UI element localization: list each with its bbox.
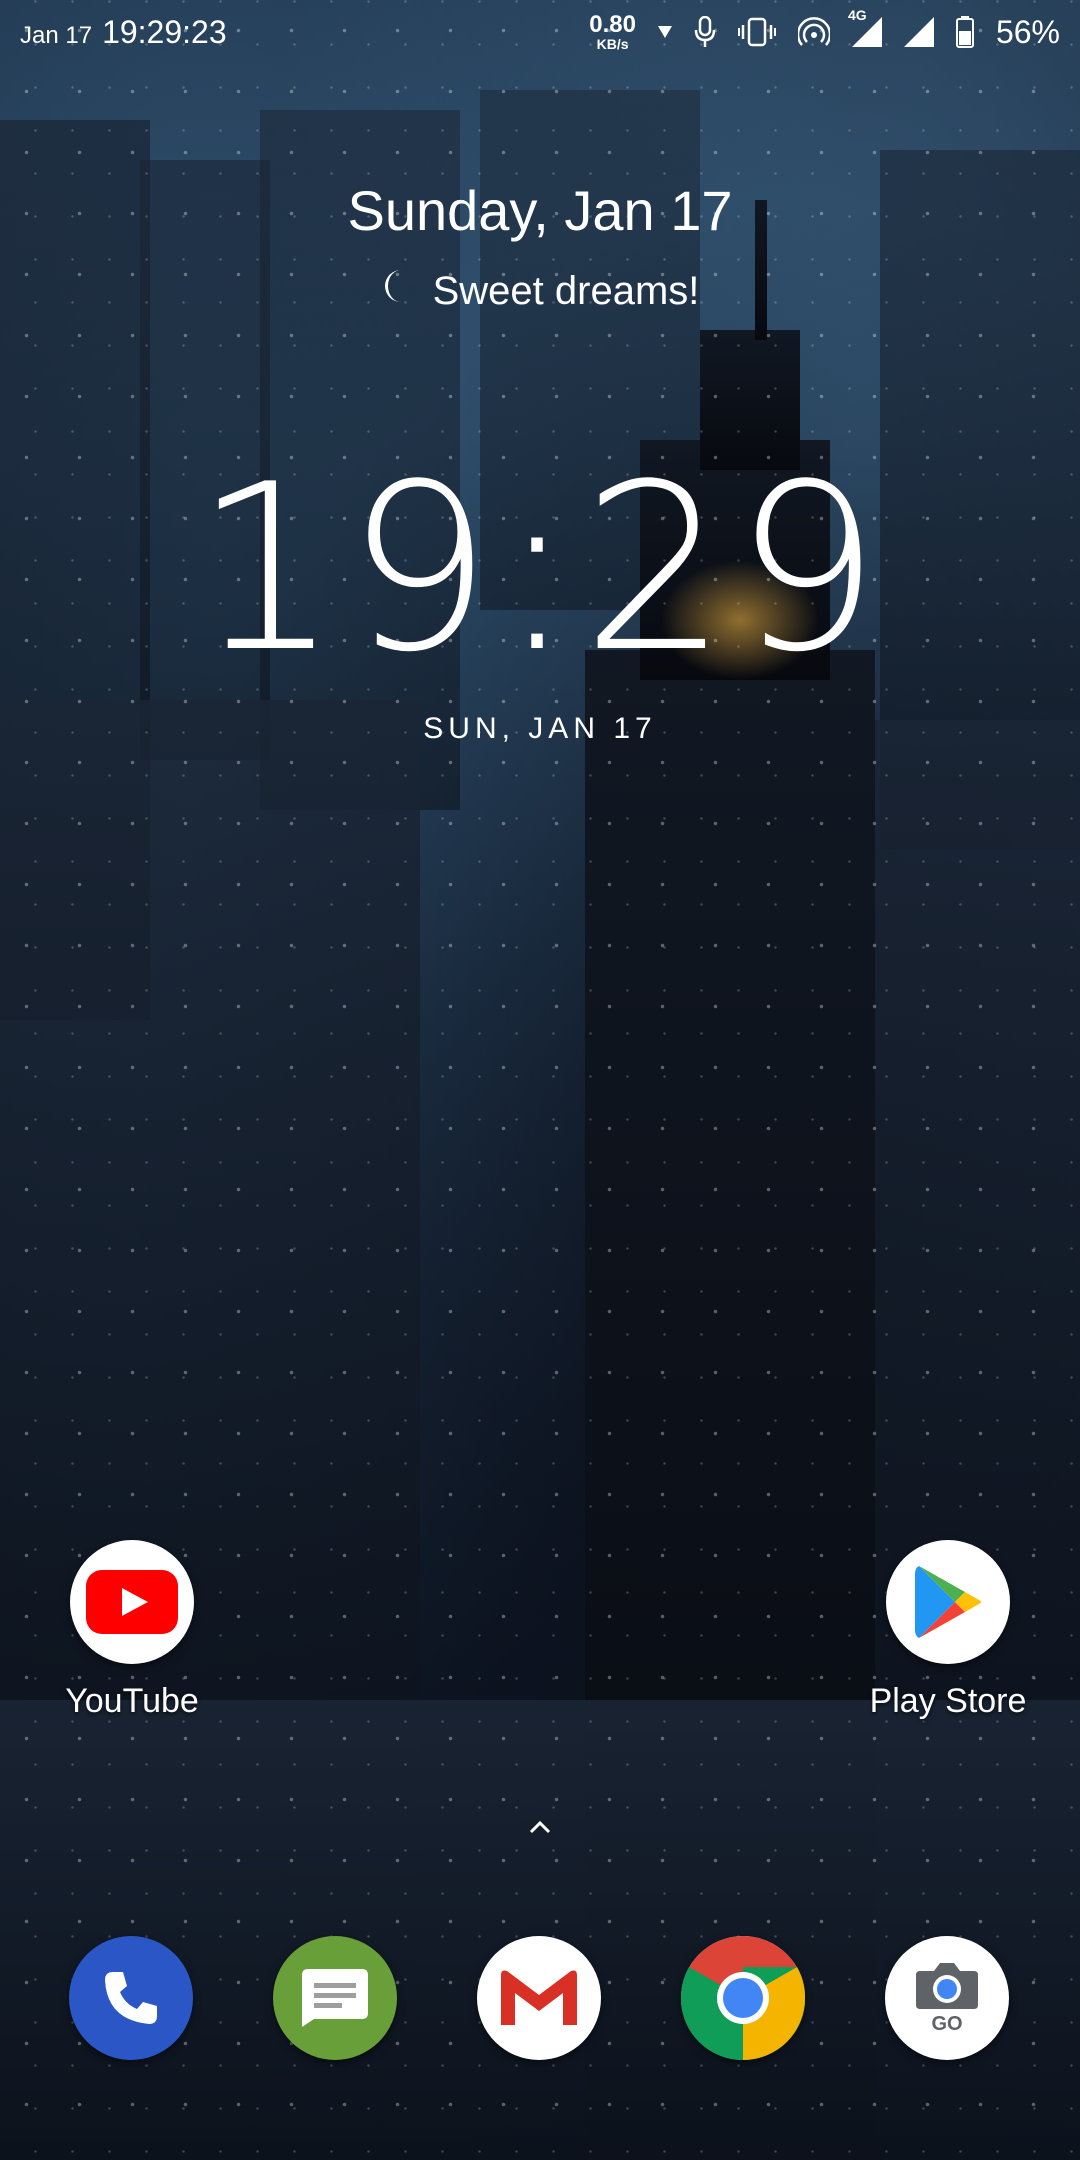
chrome-icon[interactable] xyxy=(681,1936,805,2060)
signal-4g-icon: 4G xyxy=(848,7,882,47)
camera-go-icon[interactable]: GO xyxy=(885,1936,1009,2060)
clock-widget-date[interactable]: SUN, JAN 17 xyxy=(0,712,1080,746)
status-bar: Jan 17 19:29:23 0.80 KB/s 4G 56% xyxy=(0,0,1080,64)
battery-percent: 56% xyxy=(995,13,1060,50)
moon-icon xyxy=(381,268,411,314)
status-date: Jan 17 xyxy=(20,21,93,49)
app-play-store[interactable]: Play Store xyxy=(848,1540,1048,1721)
app-label: YouTube xyxy=(65,1682,199,1720)
app-youtube[interactable]: YouTube xyxy=(32,1540,232,1721)
glance-date[interactable]: Sunday, Jan 17 xyxy=(0,178,1080,243)
network-speed: 0.80 KB/s xyxy=(589,11,636,52)
home-screen: Jan 17 19:29:23 0.80 KB/s 4G 56% Sunday,… xyxy=(0,0,1080,2160)
signal-icon xyxy=(903,17,934,47)
hotspot-icon xyxy=(797,17,830,47)
play-store-icon[interactable] xyxy=(886,1540,1010,1664)
youtube-icon[interactable] xyxy=(70,1540,194,1664)
clock-widget-time[interactable]: 19:29 xyxy=(0,455,1080,685)
status-time: 19:29:23 xyxy=(102,13,227,50)
gmail-icon[interactable] xyxy=(477,1936,601,2060)
camera-go-badge: GO xyxy=(931,2012,963,2035)
phone-icon[interactable] xyxy=(69,1936,193,2060)
download-arrow-icon xyxy=(657,26,672,38)
glance-greeting-row: Sweet dreams! xyxy=(0,268,1080,314)
battery-icon xyxy=(955,16,974,48)
microphone-icon xyxy=(694,16,716,48)
network-speed-value: 0.80 xyxy=(589,11,636,38)
glance-greeting: Sweet dreams! xyxy=(432,268,700,313)
network-speed-unit: KB/s xyxy=(596,36,629,52)
app-label: Play Store xyxy=(869,1682,1027,1720)
vibrate-icon xyxy=(737,17,776,47)
app-drawer-arrow-icon[interactable] xyxy=(520,1812,560,1842)
messages-icon[interactable] xyxy=(273,1936,397,2060)
network-type: 4G xyxy=(847,7,867,23)
